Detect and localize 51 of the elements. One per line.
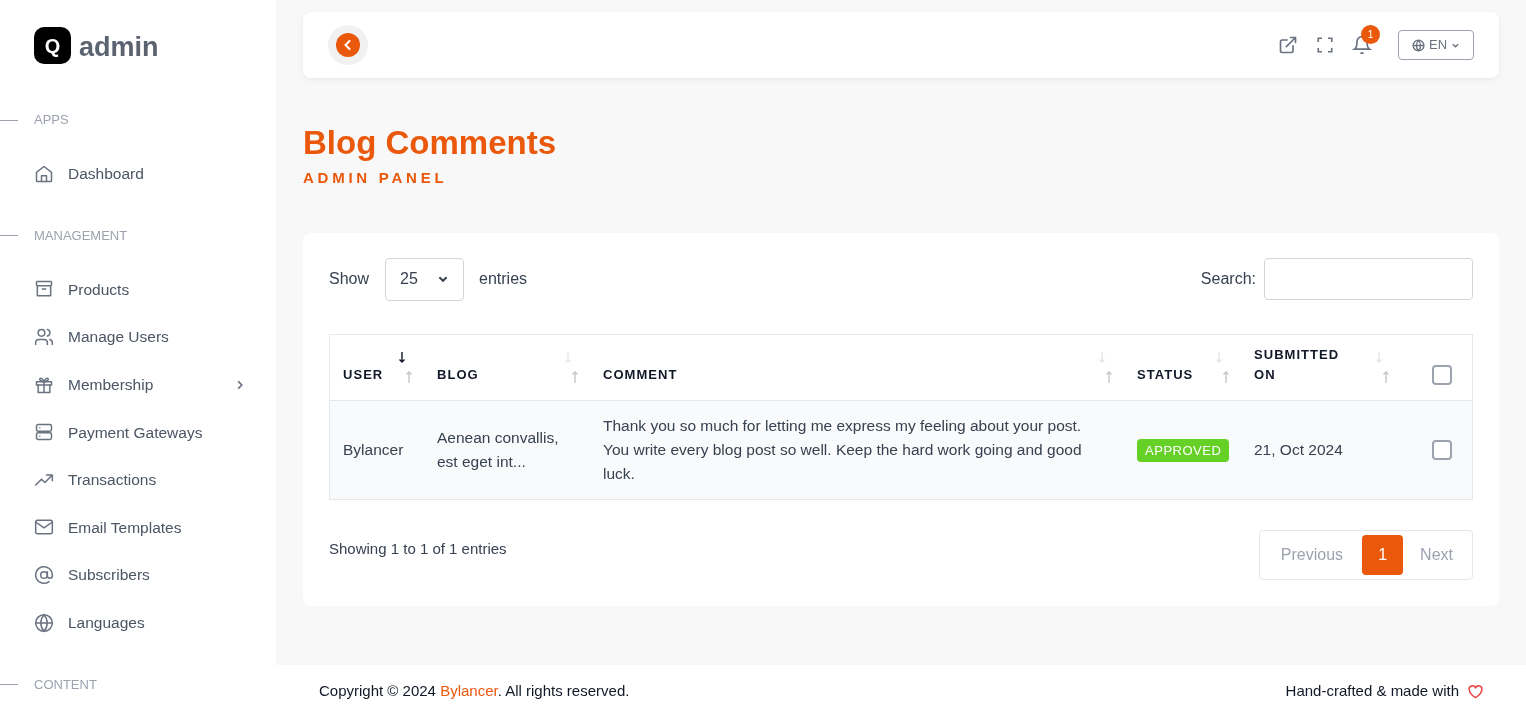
- globe-icon: [34, 612, 54, 633]
- section-heading: MANAGEMENT: [34, 226, 128, 245]
- sidebar-item[interactable]: Transactions: [0, 455, 276, 504]
- section-heading: CONTENT: [34, 675, 97, 694]
- server-icon: [34, 422, 54, 443]
- copyright-text: Copyright © 2024 Bylancer. All rights reserved.: [319, 681, 630, 702]
- sidebar-item[interactable]: Dashboard: [0, 150, 276, 198]
- search-label: Search:: [1200, 269, 1256, 290]
- column-header[interactable]: COMMENT: [603, 364, 678, 385]
- language-selector[interactable]: EN: [1398, 30, 1474, 60]
- brand-name: admin: [79, 31, 159, 64]
- column-header[interactable]: STATUS: [1137, 364, 1194, 385]
- globe-icon: [1411, 38, 1425, 52]
- row-checkbox[interactable]: [1432, 439, 1452, 460]
- chevron-left-icon: [336, 33, 360, 57]
- table-info: Showing 1 to 1 of 1 entries: [329, 538, 507, 559]
- sidebar-item[interactable]: Manage Users: [0, 313, 276, 361]
- column-header[interactable]: SUBMITTED ON: [1254, 344, 1344, 385]
- section-heading: APPS: [34, 111, 69, 130]
- column-header[interactable]: USER: [343, 364, 384, 385]
- table-cell: Bylancer: [343, 440, 404, 458]
- heart-icon: [1468, 684, 1483, 699]
- page-button[interactable]: 1: [1362, 534, 1404, 575]
- page-title: Blog Comments: [303, 123, 557, 163]
- status-badge: APPROVED: [1137, 438, 1230, 462]
- back-button[interactable]: [328, 25, 368, 65]
- entries-label: entries: [479, 269, 528, 290]
- credit-text: Hand-crafted & made with: [1285, 681, 1459, 702]
- at-sign-icon: [34, 564, 54, 585]
- fullscreen-icon[interactable]: [1316, 36, 1334, 54]
- notification-badge: 1: [1361, 25, 1380, 44]
- gift-icon: [34, 374, 54, 395]
- sidebar-item[interactable]: Membership: [0, 360, 276, 409]
- search-field[interactable]: [1264, 258, 1473, 301]
- column-header[interactable]: BLOG: [437, 364, 479, 385]
- home-icon: [34, 163, 54, 184]
- table-cell: 21, Oct 2024: [1254, 440, 1343, 458]
- sidebar-item[interactable]: Languages: [0, 598, 276, 647]
- sidebar-item[interactable]: Subscribers: [0, 551, 276, 599]
- page-subtitle: ADMIN PANEL: [303, 168, 449, 189]
- external-link-icon[interactable]: [1278, 35, 1298, 55]
- table-cell: Thank you so much for letting me express my feeling about your post. You write every blog post so well. Keep the hard work going and good luck.: [603, 416, 1082, 482]
- select-all-checkbox[interactable]: [1432, 364, 1452, 385]
- page-size-select[interactable]: 25: [385, 257, 465, 301]
- users-icon: [34, 327, 54, 347]
- sidebar-item[interactable]: Email Templates: [0, 503, 276, 552]
- table-cell: Aenean convallis, est eget int...: [437, 428, 559, 470]
- sidebar-item[interactable]: Payment Gateways: [0, 408, 276, 456]
- show-label: Show: [329, 269, 370, 290]
- sidebar-item[interactable]: Products: [0, 265, 276, 314]
- logo-icon: Q: [34, 27, 71, 64]
